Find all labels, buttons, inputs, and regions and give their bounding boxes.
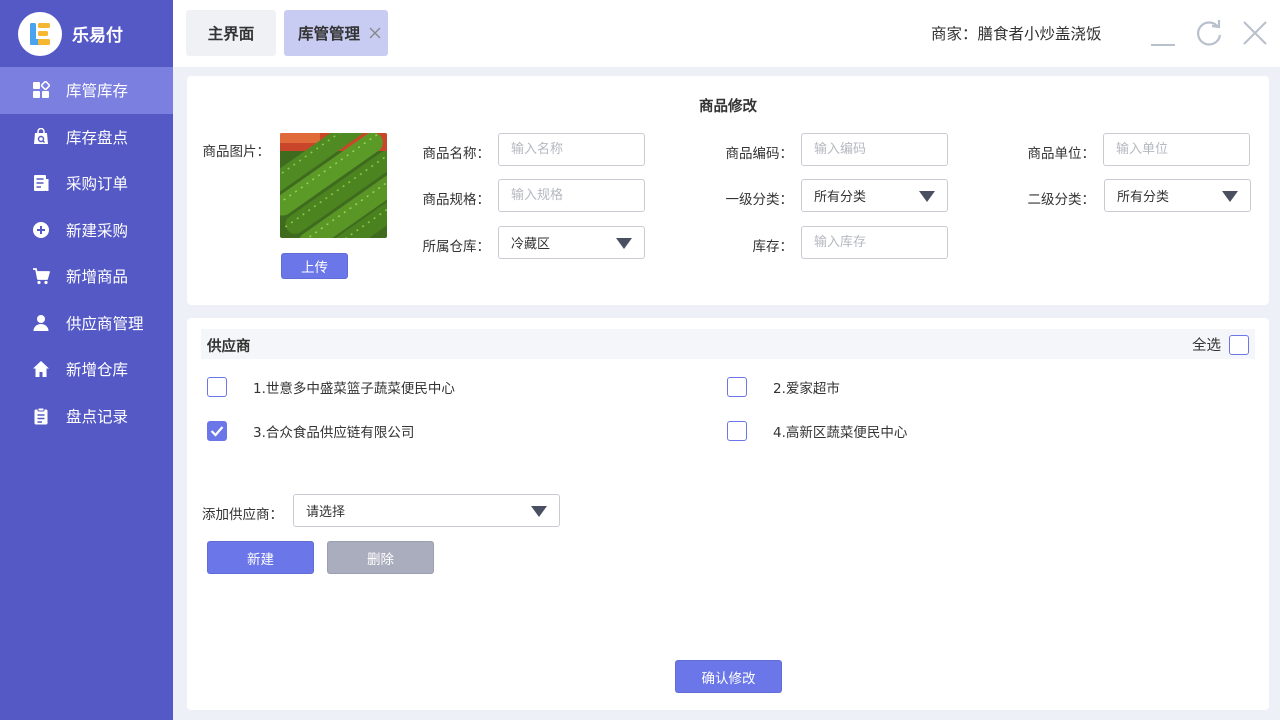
sidebar-item-label: 库管库存 (66, 82, 129, 101)
supplier-checkbox[interactable] (207, 377, 227, 397)
select-value: 所有分类 (814, 190, 867, 205)
warehouse-label: 所属仓库： (422, 239, 491, 255)
supplier-item[interactable]: 4.高新区蔬菜便民中心 (727, 421, 907, 441)
supplier-label: 1.世意多中盛菜篮子蔬菜便民中心 (253, 381, 455, 397)
sidebar-item-new-purchase[interactable]: 新建采购 (0, 207, 173, 254)
product-image-label: 商品图片： (202, 144, 271, 160)
upload-button[interactable]: 上传 (281, 253, 348, 279)
stock-input[interactable] (801, 226, 948, 259)
supplier-item[interactable]: 3.合众食品供应链有限公司 (207, 421, 414, 441)
add-supplier-label: 添加供应商： (202, 507, 283, 523)
brand: 乐易付 (0, 0, 173, 67)
dropdown-arrow-icon (531, 506, 547, 517)
close-icon[interactable] (368, 24, 382, 42)
home-icon (32, 360, 50, 378)
supplier-item[interactable]: 2.爱家超市 (727, 377, 840, 397)
refresh-icon (1197, 20, 1222, 46)
tab-label: 主界面 (207, 25, 255, 43)
sidebar-item-new-warehouse[interactable]: 新增仓库 (0, 346, 173, 393)
app-logo (18, 11, 62, 56)
sidebar: 乐易付 库管库存 库存盘点 采购订单 新建采购 新增商品 供应商管理 新增仓库 … (0, 0, 173, 720)
select-value: 所有分类 (1117, 190, 1170, 205)
category2-select[interactable]: 所有分类 (1104, 179, 1251, 212)
sidebar-item-label: 库存盘点 (66, 128, 129, 147)
sidebar-item-supplier-management[interactable]: 供应商管理 (0, 300, 173, 347)
stock-label: 库存： (752, 239, 794, 255)
top-bar: 主界面 库管管理 商家：膳食者小炒盖浇饭 (173, 0, 1280, 67)
supplier-title: 供应商 (207, 339, 251, 355)
sidebar-item-label: 新建采购 (66, 221, 129, 240)
sidebar-item-new-product[interactable]: 新增商品 (0, 253, 173, 300)
dropdown-arrow-icon (616, 238, 632, 249)
product-spec-input[interactable] (498, 179, 645, 212)
add-supplier-select[interactable]: 请选择 (293, 494, 560, 527)
product-name-input[interactable] (498, 133, 645, 166)
product-unit-label: 商品单位： (1027, 146, 1096, 162)
product-code-input[interactable] (801, 133, 948, 166)
sidebar-item-label: 新增仓库 (66, 361, 129, 380)
supplier-label: 4.高新区蔬菜便民中心 (773, 425, 908, 441)
sidebar-item-label: 盘点记录 (66, 407, 129, 426)
refresh-button[interactable] (1194, 18, 1224, 48)
clipboard-icon (32, 407, 50, 425)
close-icon (1243, 21, 1267, 45)
category1-label: 一级分类： (725, 192, 794, 208)
sidebar-item-inventory[interactable]: 库管库存 (0, 67, 173, 114)
sidebar-item-label: 供应商管理 (66, 314, 144, 333)
product-spec-label: 商品规格： (422, 192, 491, 208)
app-name: 乐易付 (72, 26, 123, 46)
select-all-checkbox[interactable] (1229, 334, 1249, 355)
merchant-name: 商家：膳食者小炒盖浇饭 (931, 25, 1102, 43)
panel-title: 商品修改 (699, 99, 757, 115)
sidebar-item-stocktake[interactable]: 库存盘点 (0, 114, 173, 161)
check-icon (210, 426, 224, 437)
supplier-panel: 供应商 全选 1.世意多中盛菜篮子蔬菜便民中心 2.爱家超市 3.合众食品供应链… (187, 318, 1269, 710)
product-edit-panel: 商品修改 商品图片： 上传 商品名称： 商品编码： 商品单位： (187, 76, 1269, 305)
order-list-icon (32, 174, 50, 192)
category1-select[interactable]: 所有分类 (801, 179, 948, 212)
new-supplier-button[interactable]: 新建 (207, 541, 314, 574)
supplier-label: 3.合众食品供应链有限公司 (253, 425, 415, 441)
product-image[interactable] (280, 133, 387, 238)
supplier-checkbox[interactable] (727, 377, 747, 397)
tab-inventory-management[interactable]: 库管管理 (284, 10, 388, 56)
tab-label: 库管管理 (297, 25, 360, 43)
user-icon (32, 314, 50, 332)
sidebar-item-stocktake-records[interactable]: 盘点记录 (0, 393, 173, 440)
supplier-item[interactable]: 1.世意多中盛菜篮子蔬菜便民中心 (207, 377, 455, 397)
minimize-button[interactable] (1148, 18, 1178, 48)
warehouse-select[interactable]: 冷藏区 (498, 226, 645, 259)
product-name-label: 商品名称： (422, 146, 491, 162)
sidebar-item-purchase-orders[interactable]: 采购订单 (0, 160, 173, 207)
supplier-label: 2.爱家超市 (773, 381, 840, 397)
supplier-header: 供应商 全选 (201, 329, 1255, 359)
tab-home[interactable]: 主界面 (186, 10, 276, 56)
category2-label: 二级分类： (1027, 192, 1096, 208)
supplier-checkbox[interactable] (207, 421, 227, 441)
inventory-check-icon (32, 127, 50, 146)
sidebar-item-label: 采购订单 (66, 175, 129, 194)
close-window-button[interactable] (1240, 18, 1270, 48)
cart-icon (32, 267, 50, 285)
product-code-label: 商品编码： (725, 146, 794, 162)
plus-circle-icon (32, 221, 50, 239)
confirm-edit-button[interactable]: 确认修改 (675, 660, 782, 693)
sidebar-item-label: 新增商品 (66, 268, 129, 287)
delete-supplier-button[interactable]: 删除 (327, 541, 434, 574)
select-value: 冷藏区 (511, 237, 551, 252)
dropdown-arrow-icon (1222, 191, 1238, 202)
select-value: 请选择 (306, 505, 346, 520)
minimize-icon (1151, 44, 1175, 46)
supplier-checkbox[interactable] (727, 421, 747, 441)
product-unit-input[interactable] (1103, 133, 1250, 166)
select-all-label: 全选 (1192, 338, 1221, 354)
select-all[interactable]: 全选 (1192, 334, 1249, 355)
dropdown-arrow-icon (919, 191, 935, 202)
grid-icon (32, 81, 50, 99)
